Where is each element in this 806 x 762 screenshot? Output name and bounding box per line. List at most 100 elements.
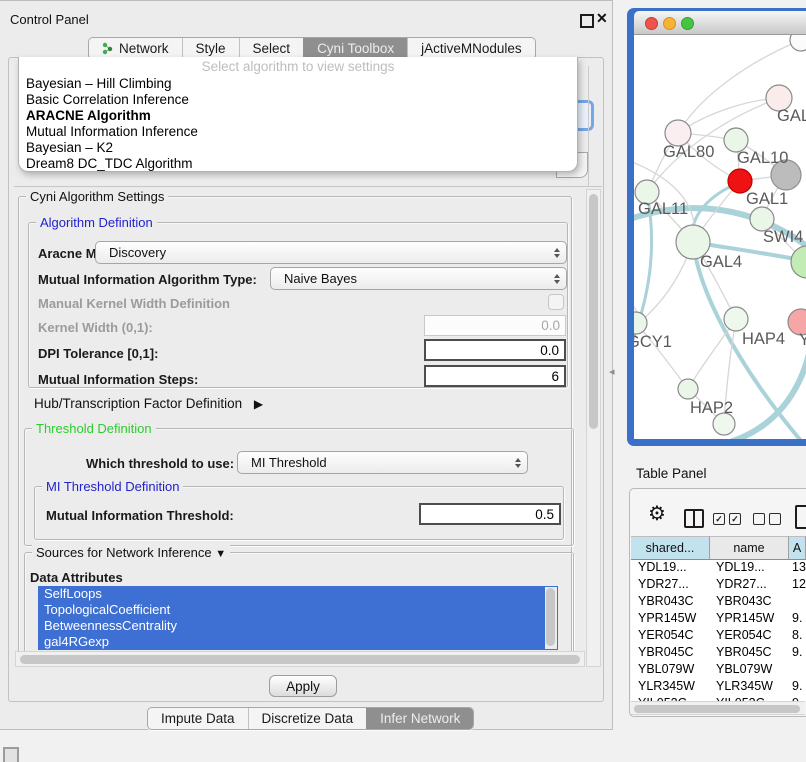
- tab-style[interactable]: Style: [182, 38, 239, 59]
- settings-vertical-scrollbar-thumb[interactable]: [589, 194, 598, 429]
- table-horizontal-scrollbar[interactable]: [631, 701, 805, 715]
- table-cell: YLR345W: [638, 679, 695, 693]
- combo-spinner-icon: [548, 274, 566, 284]
- tab-label: Discretize Data: [262, 711, 354, 726]
- table-body: YDL19...YDL19...13YDR27...YDR27...12YBR0…: [631, 560, 806, 701]
- table-cell: YLR345W: [716, 679, 773, 693]
- checked-box-icon[interactable]: ✓: [729, 513, 741, 525]
- control-panel-title: Control Panel: [10, 12, 89, 27]
- algorithm-option-mutual-information-inference[interactable]: Mutual Information Inference: [19, 124, 577, 140]
- table-cell: 8.: [792, 628, 802, 642]
- table-row[interactable]: YDL19...YDL19...13: [631, 560, 806, 577]
- dpi-tolerance-field[interactable]: 0.0: [424, 339, 566, 361]
- kernel-width-field[interactable]: 0.0: [424, 315, 566, 336]
- network-graph-icon: [102, 42, 114, 55]
- hub-definition-toggle[interactable]: Hub/Transcription Factor Definition ▶: [34, 396, 263, 411]
- tab-label: Infer Network: [380, 711, 460, 726]
- node-hap4[interactable]: [724, 307, 748, 331]
- float-window-icon[interactable]: [580, 14, 594, 28]
- attribute-item-topologicalcoefficient[interactable]: TopologicalCoefficient: [38, 602, 558, 618]
- tab-cyni-toolbox[interactable]: Cyni Toolbox: [303, 38, 407, 59]
- algorithm-option-bayesian-k2[interactable]: Bayesian – K2: [19, 140, 577, 156]
- sources-title: Sources for Network Inference: [36, 545, 212, 560]
- close-traffic-light[interactable]: [645, 17, 658, 30]
- algorithm-option-aracne-algorithm[interactable]: ARACNE Algorithm: [19, 108, 577, 124]
- gear-icon[interactable]: ⚙: [648, 504, 666, 524]
- attribute-item-gal4rgexp[interactable]: gal4RGexp: [38, 634, 558, 650]
- tab-label: jActiveMNodules: [421, 41, 522, 56]
- tab-jactivemnodules[interactable]: jActiveMNodules: [407, 38, 535, 59]
- settings-horizontal-scrollbar-thumb[interactable]: [20, 655, 580, 664]
- checked-box-icon[interactable]: ✓: [713, 513, 725, 525]
- settings-vertical-scrollbar[interactable]: [586, 189, 601, 667]
- tab-discretize-data[interactable]: Discretize Data: [248, 708, 367, 729]
- table-cell: YBR045C: [716, 645, 772, 659]
- node-hap2[interactable]: [678, 379, 698, 399]
- apply-button[interactable]: Apply: [269, 675, 337, 697]
- table-panel-title: Table Panel: [636, 466, 707, 481]
- table-row[interactable]: YLR345W YLR345W 9.: [631, 679, 806, 696]
- attribute-item-selfloops[interactable]: SelfLoops: [38, 586, 558, 602]
- network-edge[interactable]: [678, 98, 779, 133]
- node-hap2-label: HAP2: [690, 399, 733, 417]
- network-window-titlebar[interactable]: [634, 11, 806, 35]
- minimize-traffic-light[interactable]: [663, 17, 676, 30]
- network-edge[interactable]: [730, 350, 806, 439]
- table-row[interactable]: YBR045CYBR045C9.: [631, 645, 806, 662]
- settings-horizontal-scrollbar[interactable]: [15, 651, 585, 667]
- algorithm-option-dream8-dc-tdc-algorithm[interactable]: Dream8 DC_TDC Algorithm: [19, 156, 577, 172]
- tab-label: Impute Data: [161, 711, 235, 726]
- node-top-partial[interactable]: [790, 35, 806, 51]
- table-row[interactable]: YDR27...YDR27...12: [631, 577, 806, 594]
- node-gcy1-label: GCY1: [634, 333, 672, 351]
- close-icon[interactable]: ✕: [596, 10, 608, 27]
- table-row[interactable]: YPR145WYPR145W9.: [631, 611, 806, 628]
- network-view-canvas[interactable]: GALGAL80GAL10GAL1GAL11SWI4GAL4GCY1HAP4YH…: [634, 35, 806, 439]
- tab-network[interactable]: Network: [89, 38, 182, 59]
- network-edge[interactable]: [688, 319, 736, 389]
- minimized-panel-icon[interactable]: [3, 747, 19, 762]
- table-cell: YPR145W: [638, 611, 696, 625]
- panel-divider-handle[interactable]: ◂: [609, 365, 615, 378]
- table-cell: 9.: [792, 679, 802, 693]
- data-attributes-list[interactable]: SelfLoopsTopologicalCoefficientBetweenne…: [38, 586, 558, 650]
- tab-infer-network[interactable]: Infer Network: [366, 708, 473, 729]
- table-icon[interactable]: [795, 505, 806, 529]
- tab-select[interactable]: Select: [239, 38, 304, 59]
- split-panel-icon[interactable]: [684, 509, 704, 528]
- unchecked-box-icon[interactable]: [769, 513, 781, 525]
- column-header-a[interactable]: A: [789, 536, 806, 560]
- which-threshold-combobox[interactable]: MI Threshold: [237, 451, 528, 474]
- column-header-shared[interactable]: shared...: [631, 536, 710, 560]
- node-gcy1[interactable]: [634, 312, 647, 334]
- node-gal11-label: GAL11: [638, 200, 688, 218]
- tab-impute-data[interactable]: Impute Data: [148, 708, 248, 729]
- mi-steps-field[interactable]: 6: [424, 365, 566, 387]
- desktop: Control Panel ✕ Network Style SelectCyni T…: [0, 0, 806, 762]
- column-header-name[interactable]: name: [710, 536, 789, 560]
- table-row[interactable]: YBL079WYBL079W: [631, 662, 806, 679]
- algorithm-option-basic-correlation-inference[interactable]: Basic Correlation Inference: [19, 92, 577, 108]
- table-row[interactable]: YER054CYER054C8.: [631, 628, 806, 645]
- table-horizontal-scrollbar-thumb[interactable]: [634, 705, 800, 713]
- algorithm-option-bayesian-hill-climbing[interactable]: Bayesian – Hill Climbing: [19, 76, 577, 92]
- table-cell: YBR043C: [638, 594, 694, 608]
- algorithm-definition-title: Algorithm Definition: [36, 215, 157, 230]
- table-row[interactable]: YBR043C YBR043C: [631, 594, 806, 611]
- manual-kernel-width-checkbox[interactable]: [548, 294, 564, 310]
- node-swi4-label: SWI4: [763, 228, 803, 246]
- attributes-scrollbar[interactable]: [545, 587, 557, 649]
- attribute-item-betweennesscentrality[interactable]: BetweennessCentrality: [38, 618, 558, 634]
- expanded-arrow-icon: ▼: [215, 548, 226, 560]
- aracne-mode-combobox[interactable]: Discovery: [95, 241, 567, 264]
- table-cell: YBR043C: [716, 594, 772, 608]
- mi-algorithm-type-combobox[interactable]: Naive Bayes: [270, 267, 567, 290]
- hub-definition-label: Hub/Transcription Factor Definition: [34, 396, 242, 411]
- unchecked-box-icon[interactable]: [753, 513, 765, 525]
- aracne-mode-value: Discovery: [109, 245, 548, 260]
- zoom-traffic-light[interactable]: [681, 17, 694, 30]
- kernel-width-label: Kernel Width (0,1):: [38, 320, 153, 335]
- sources-toggle[interactable]: Sources for Network Inference ▼: [32, 545, 230, 560]
- mi-threshold-field[interactable]: 0.5: [419, 503, 561, 525]
- tab-label: Style: [196, 41, 226, 56]
